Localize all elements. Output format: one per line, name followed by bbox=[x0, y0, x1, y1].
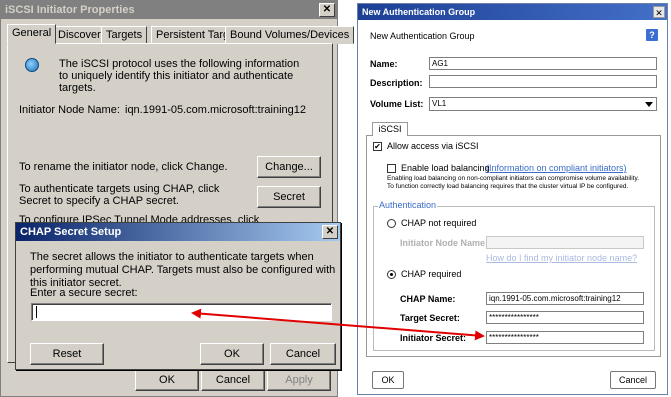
tab-bound-volumes-devices[interactable]: Bound Volumes/Devices bbox=[225, 26, 355, 44]
iscsi-ok-button[interactable]: OK bbox=[135, 369, 199, 391]
secret-button[interactable]: Secret bbox=[257, 186, 321, 208]
chap-dialog-title: CHAP Secret Setup bbox=[20, 226, 122, 238]
description-label: Description: bbox=[370, 78, 423, 88]
auth-group-title: New Authentication Group bbox=[362, 7, 476, 17]
initiator-node-name-value: iqn.1991-05.com.microsoft:training12 bbox=[125, 104, 306, 116]
chap-dialog-close-button[interactable]: ✕ bbox=[322, 225, 338, 239]
new-authentication-group-window: New Authentication Group ✕ New Authentic… bbox=[357, 3, 668, 395]
iscsi-cancel-button[interactable]: Cancel bbox=[201, 369, 265, 391]
chap-not-required-radio[interactable] bbox=[387, 219, 396, 228]
initiator-node-name-label-disabled: Initiator Node Name: bbox=[400, 238, 489, 248]
chap-instruction: To authenticate targets using CHAP, clic… bbox=[19, 183, 220, 207]
authentication-legend: Authentication bbox=[378, 200, 438, 210]
initiator-node-name-field[interactable] bbox=[486, 236, 644, 249]
text-cursor bbox=[36, 306, 37, 318]
iscsi-apply-button[interactable]: Apply bbox=[267, 369, 331, 391]
chap-cancel-button[interactable]: Cancel bbox=[270, 343, 336, 365]
auth-group-ok-button[interactable]: OK bbox=[372, 371, 404, 389]
chap-dialog-titlebar: CHAP Secret Setup bbox=[16, 223, 340, 241]
compliant-initiators-link[interactable]: (Information on compliant initiators) bbox=[486, 163, 627, 173]
target-secret-field[interactable]: **************** bbox=[486, 311, 644, 324]
chap-name-label: CHAP Name: bbox=[400, 294, 456, 304]
rename-instruction: To rename the initiator node, click Chan… bbox=[19, 161, 228, 173]
allow-access-checkbox[interactable]: ✔ bbox=[373, 142, 382, 151]
secure-secret-input[interactable] bbox=[31, 303, 332, 321]
initiator-secret-label: Initiator Secret: bbox=[400, 333, 467, 343]
chap-name-field[interactable]: iqn.1991-05.com.microsoft:training12 bbox=[486, 292, 644, 305]
load-balancing-label: Enable load balancing bbox=[401, 163, 490, 173]
chap-required-label: CHAP required bbox=[401, 269, 462, 279]
description-field[interactable] bbox=[429, 75, 657, 88]
tab-iscsi[interactable]: iSCSI bbox=[372, 122, 408, 136]
iscsi-window-titlebar: iSCSI Initiator Properties bbox=[1, 1, 337, 19]
auth-group-heading: New Authentication Group bbox=[370, 31, 475, 41]
initiator-secret-field[interactable]: **************** bbox=[486, 331, 644, 344]
target-secret-label: Target Secret: bbox=[400, 313, 460, 323]
chap-secret-setup-dialog: CHAP Secret Setup ✕ The secret allows th… bbox=[15, 222, 341, 370]
load-balancing-note-1: Enabling load balancing on non-compliant… bbox=[387, 175, 640, 182]
chap-ok-button[interactable]: OK bbox=[200, 343, 264, 365]
chap-required-radio[interactable] bbox=[387, 270, 396, 279]
chevron-down-icon bbox=[645, 102, 653, 107]
chap-not-required-label: CHAP not required bbox=[401, 218, 477, 228]
load-balancing-note-2: To function correctly load balancing req… bbox=[387, 183, 629, 190]
find-node-name-link[interactable]: How do I find my initiator node name? bbox=[486, 253, 637, 263]
load-balancing-checkbox[interactable] bbox=[387, 164, 396, 173]
tab-targets[interactable]: Targets bbox=[101, 26, 148, 44]
initiator-node-name-label: Initiator Node Name: bbox=[19, 104, 120, 116]
change-button[interactable]: Change... bbox=[257, 156, 321, 178]
help-icon[interactable]: ? bbox=[646, 29, 658, 41]
network-globe-icon bbox=[25, 58, 39, 72]
tab-general[interactable]: General bbox=[7, 24, 57, 44]
allow-access-label: Allow access via iSCSI bbox=[387, 141, 479, 151]
iscsi-window-title: iSCSI Initiator Properties bbox=[5, 4, 135, 16]
tab-iscsi-label: iSCSI bbox=[378, 124, 402, 134]
chap-reset-button[interactable]: Reset bbox=[30, 343, 104, 365]
iscsi-window-close-button[interactable]: ✕ bbox=[319, 3, 335, 17]
volume-list-select[interactable]: VL1 bbox=[429, 97, 657, 111]
auth-group-cancel-button[interactable]: Cancel bbox=[610, 371, 656, 389]
secure-secret-label: Enter a secure secret: bbox=[30, 287, 138, 299]
auth-group-close-button[interactable]: ✕ bbox=[653, 6, 665, 18]
name-field[interactable]: AG1 bbox=[429, 57, 657, 70]
volume-list-value: VL1 bbox=[432, 99, 447, 108]
name-label: Name: bbox=[370, 59, 398, 69]
chap-dialog-description: The secret allows the initiator to authe… bbox=[30, 251, 336, 289]
auth-group-titlebar: New Authentication Group bbox=[358, 4, 667, 20]
intro-text: The iSCSI protocol uses the following in… bbox=[59, 58, 300, 94]
volume-list-label: Volume List: bbox=[370, 99, 424, 109]
